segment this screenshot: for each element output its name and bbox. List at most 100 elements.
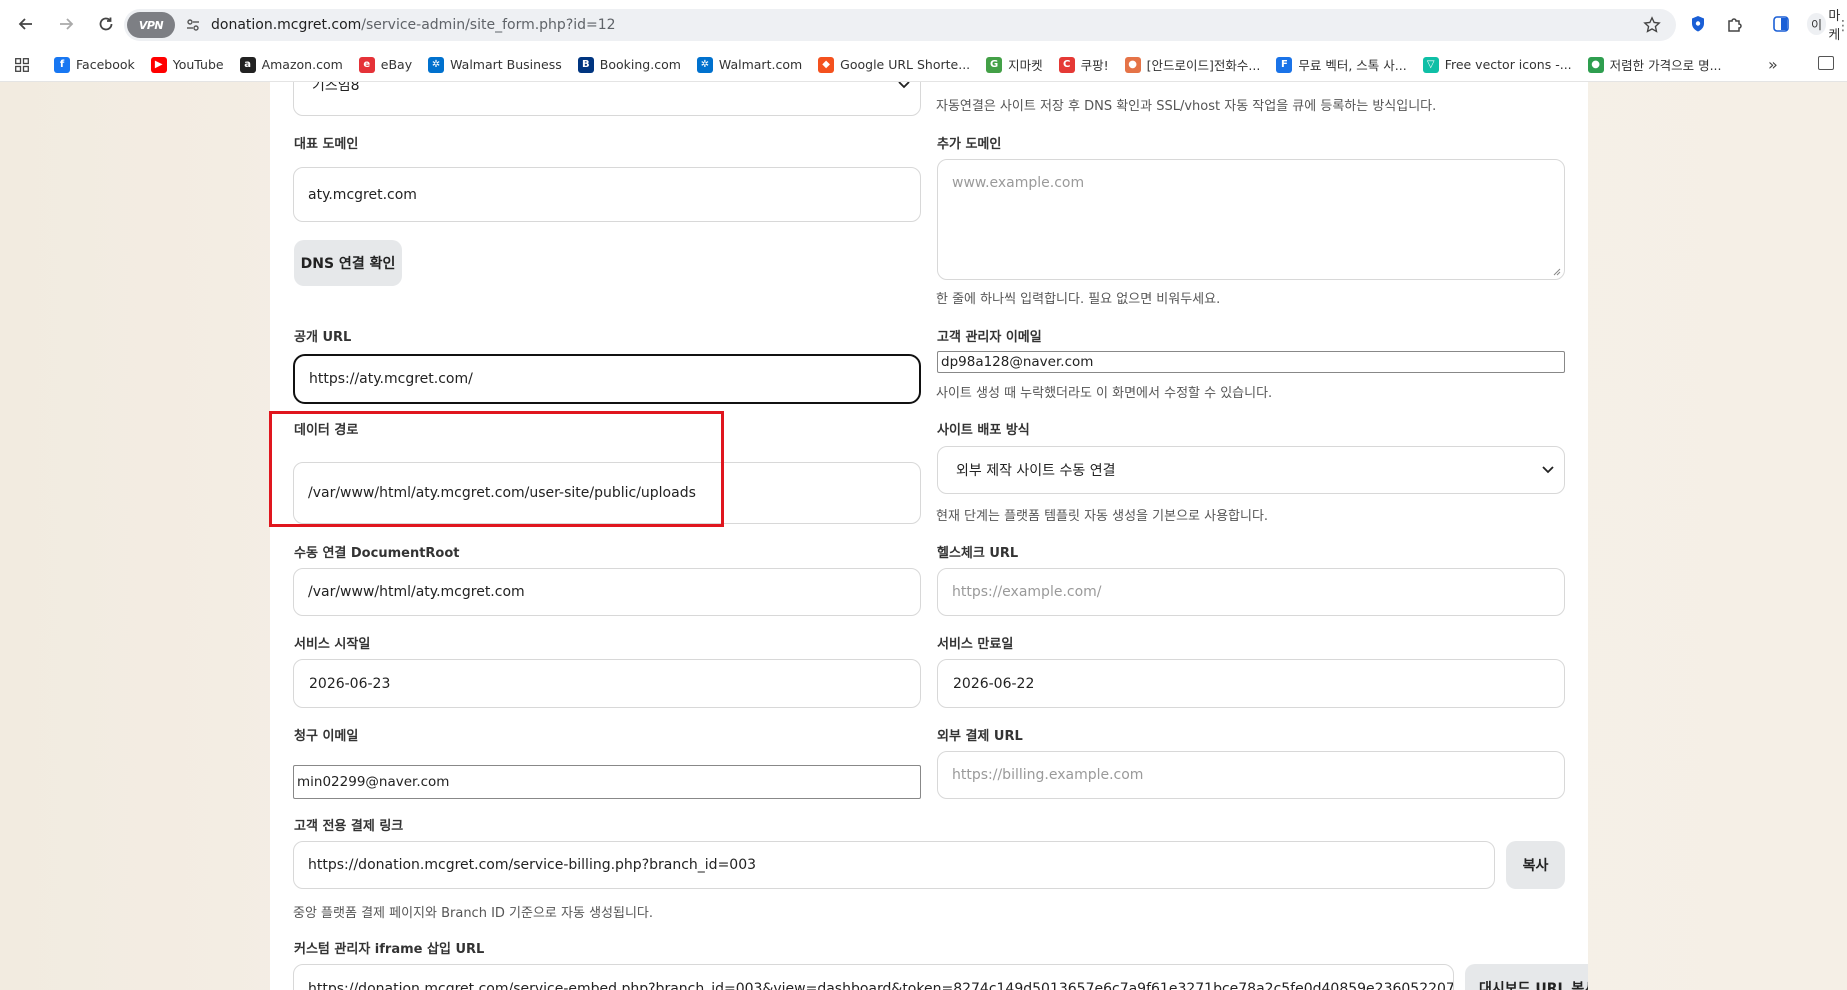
bookmark-label: Walmart Business: [450, 57, 562, 72]
bookmark-item[interactable]: a Amazon.com: [232, 51, 351, 79]
healthcheck-label: 헬스체크 URL: [937, 546, 1019, 561]
shield-extension-icon[interactable]: [1686, 10, 1710, 38]
bookmark-item[interactable]: f Facebook: [46, 51, 143, 79]
healthcheck-input[interactable]: https://example.com/: [937, 568, 1565, 616]
deploy-method-select[interactable]: 외부 제작 사이트 수동 연결: [937, 446, 1565, 494]
resize-grip-icon[interactable]: [1553, 268, 1561, 276]
vpn-badge[interactable]: VPN: [127, 12, 175, 38]
iframe-url-label: 커스텀 관리자 iframe 삽입 URL: [294, 942, 485, 957]
bookmark-list: f Facebook ▶ YouTube a Amazon.com e eBay ✲ Walmar…: [46, 51, 1730, 79]
end-date-label: 서비스 만료일: [937, 637, 1014, 652]
bookmark-label: YouTube: [172, 57, 224, 72]
admin-email-input[interactable]: dp98a128@naver.com: [937, 351, 1565, 373]
bookmark-label: Google URL Shorte...: [840, 57, 971, 72]
copy-payment-link-button[interactable]: 복사: [1506, 841, 1565, 889]
apps-grid-icon[interactable]: [10, 53, 34, 77]
billing-email-input[interactable]: min02299@naver.com: [293, 765, 921, 799]
address-bar[interactable]: VPN donation.mcgret.com/service-admin/si…: [124, 9, 1676, 41]
android-app-icon: ●: [1124, 56, 1141, 73]
healthcheck-placeholder: https://example.com/: [952, 584, 1102, 600]
docroot-input[interactable]: /var/www/html/aty.mcgret.com: [293, 568, 921, 616]
bookmark-label: Facebook: [76, 57, 135, 72]
dns-check-button[interactable]: DNS 연결 확인: [294, 240, 402, 286]
public-url-value: https://aty.mcgret.com/: [309, 371, 473, 387]
extra-domain-label: 추가 도메인: [937, 137, 1002, 152]
bookmarks-bar: f Facebook ▶ YouTube a Amazon.com e eBay ✲ Walmar…: [0, 48, 1847, 82]
bookmark-item[interactable]: ▶ YouTube: [143, 51, 232, 79]
bookmark-label: Free vector icons -...: [1444, 57, 1572, 72]
back-button[interactable]: [8, 6, 44, 42]
status-select[interactable]: 기즈임8: [293, 82, 921, 116]
bookmark-item[interactable]: ● [안드로이드]전화수...: [1117, 51, 1269, 79]
forward-button[interactable]: [48, 6, 84, 42]
end-date-input[interactable]: 2026-06-22: [937, 659, 1565, 708]
bookmark-item[interactable]: ✲ Walmart Business: [420, 51, 570, 79]
extension-area: 이 마케: [1686, 9, 1847, 43]
bookmark-star-icon[interactable]: [1640, 13, 1664, 37]
deploy-method-help: 현재 단계는 플랫폼 템플릿 자동 생성을 기본으로 사용합니다.: [936, 509, 1269, 524]
walmart-icon: ✲: [428, 56, 445, 73]
docroot-value: /var/www/html/aty.mcgret.com: [308, 584, 525, 600]
coupang-icon: C: [1058, 56, 1075, 73]
site-settings-icon[interactable]: [179, 11, 207, 39]
start-date-label: 서비스 시작일: [294, 637, 371, 652]
extra-domain-placeholder: www.example.com: [952, 175, 1085, 191]
status-select-value: 기즈임8: [312, 82, 360, 94]
iframe-url-value: https://donation.mcgret.com/service-embe…: [308, 981, 1454, 990]
primary-domain-label: 대표 도메인: [294, 137, 359, 152]
bookmarks-overflow-icon[interactable]: »: [1768, 55, 1778, 74]
iframe-url-input[interactable]: https://donation.mcgret.com/service-embe…: [293, 964, 1454, 990]
bookmark-label: Booking.com: [599, 57, 681, 72]
copy-dashboard-url-button[interactable]: 대시보드 URL 복사: [1465, 964, 1588, 990]
booking-icon: B: [577, 56, 594, 73]
ebay-icon: e: [358, 56, 375, 73]
start-date-value: 2026-06-23: [309, 675, 391, 692]
start-date-input[interactable]: 2026-06-23: [293, 659, 921, 708]
bookmark-item[interactable]: ◆ Google URL Shorte...: [810, 51, 978, 79]
public-url-input[interactable]: https://aty.mcgret.com/: [293, 354, 921, 404]
admin-email-value: dp98a128@naver.com: [941, 354, 1094, 370]
bookmark-label: 저렴한 가격으로 명...: [1609, 58, 1722, 73]
bookmark-label: [안드로이드]전화수...: [1146, 58, 1261, 73]
bookmark-item[interactable]: ▽ Free vector icons -...: [1415, 51, 1580, 79]
extra-domain-help: 한 줄에 하나씩 입력합니다. 필요 없으면 비워두세요.: [936, 292, 1221, 307]
reload-button[interactable]: [88, 6, 124, 42]
billing-email-value: min02299@naver.com: [297, 774, 450, 790]
public-url-label: 공개 URL: [294, 330, 352, 345]
all-bookmarks-folder-icon[interactable]: [1818, 56, 1834, 70]
bookmark-label: Amazon.com: [261, 57, 343, 72]
site-form-panel: 기즈임8 자동연결은 사이트 저장 후 DNS 확인과 SSL/vhost 자동…: [270, 82, 1588, 990]
bookmark-item[interactable]: C 쿠팡!: [1051, 51, 1117, 79]
amazon-icon: a: [239, 56, 256, 73]
external-pay-input[interactable]: https://billing.example.com: [937, 751, 1565, 799]
bookmark-label: 쿠팡!: [1080, 58, 1109, 73]
auto-connect-help: 자동연결은 사이트 저장 후 DNS 확인과 SSL/vhost 자동 작업을 …: [936, 99, 1437, 114]
forward-arrow-icon: [60, 18, 74, 30]
shopping-icon: ●: [1587, 56, 1604, 73]
bookmark-label: 무료 벡터, 스톡 사...: [1298, 58, 1407, 73]
menu-dots-icon[interactable]: ⋮: [1836, 18, 1847, 34]
side-panel-icon[interactable]: [1769, 10, 1793, 38]
bookmark-item[interactable]: ✲ Walmart.com: [689, 51, 810, 79]
primary-domain-input[interactable]: aty.mcgret.com: [293, 167, 921, 222]
admin-email-help: 사이트 생성 때 누락했더라도 이 화면에서 수정할 수 있습니다.: [936, 386, 1273, 401]
data-path-label: 데이터 경로: [294, 423, 359, 438]
bookmark-item[interactable]: G 지마켓: [978, 51, 1051, 79]
billing-email-label: 청구 이메일: [294, 729, 359, 744]
payment-link-input[interactable]: https://donation.mcgret.com/service-bill…: [293, 841, 1495, 889]
bookmark-item[interactable]: e eBay: [351, 51, 420, 79]
extra-domain-textarea[interactable]: www.example.com: [937, 159, 1565, 280]
extensions-puzzle-icon[interactable]: [1724, 10, 1748, 38]
gmarket-icon: G: [986, 56, 1003, 73]
bookmark-item[interactable]: F 무료 벡터, 스톡 사...: [1268, 51, 1414, 79]
url-text[interactable]: donation.mcgret.com/service-admin/site_f…: [211, 17, 616, 33]
data-path-input[interactable]: /var/www/html/aty.mcgret.com/user-site/p…: [293, 462, 921, 524]
bookmark-item[interactable]: ● 저렴한 가격으로 명...: [1580, 51, 1730, 79]
external-pay-label: 외부 결제 URL: [937, 729, 1023, 744]
data-path-value: /var/www/html/aty.mcgret.com/user-site/p…: [308, 485, 696, 501]
bookmark-label: eBay: [380, 57, 413, 72]
bookmark-item[interactable]: B Booking.com: [570, 51, 689, 79]
end-date-value: 2026-06-22: [953, 675, 1035, 692]
flaticon-icon: ▽: [1422, 56, 1439, 73]
primary-domain-value: aty.mcgret.com: [308, 186, 417, 203]
